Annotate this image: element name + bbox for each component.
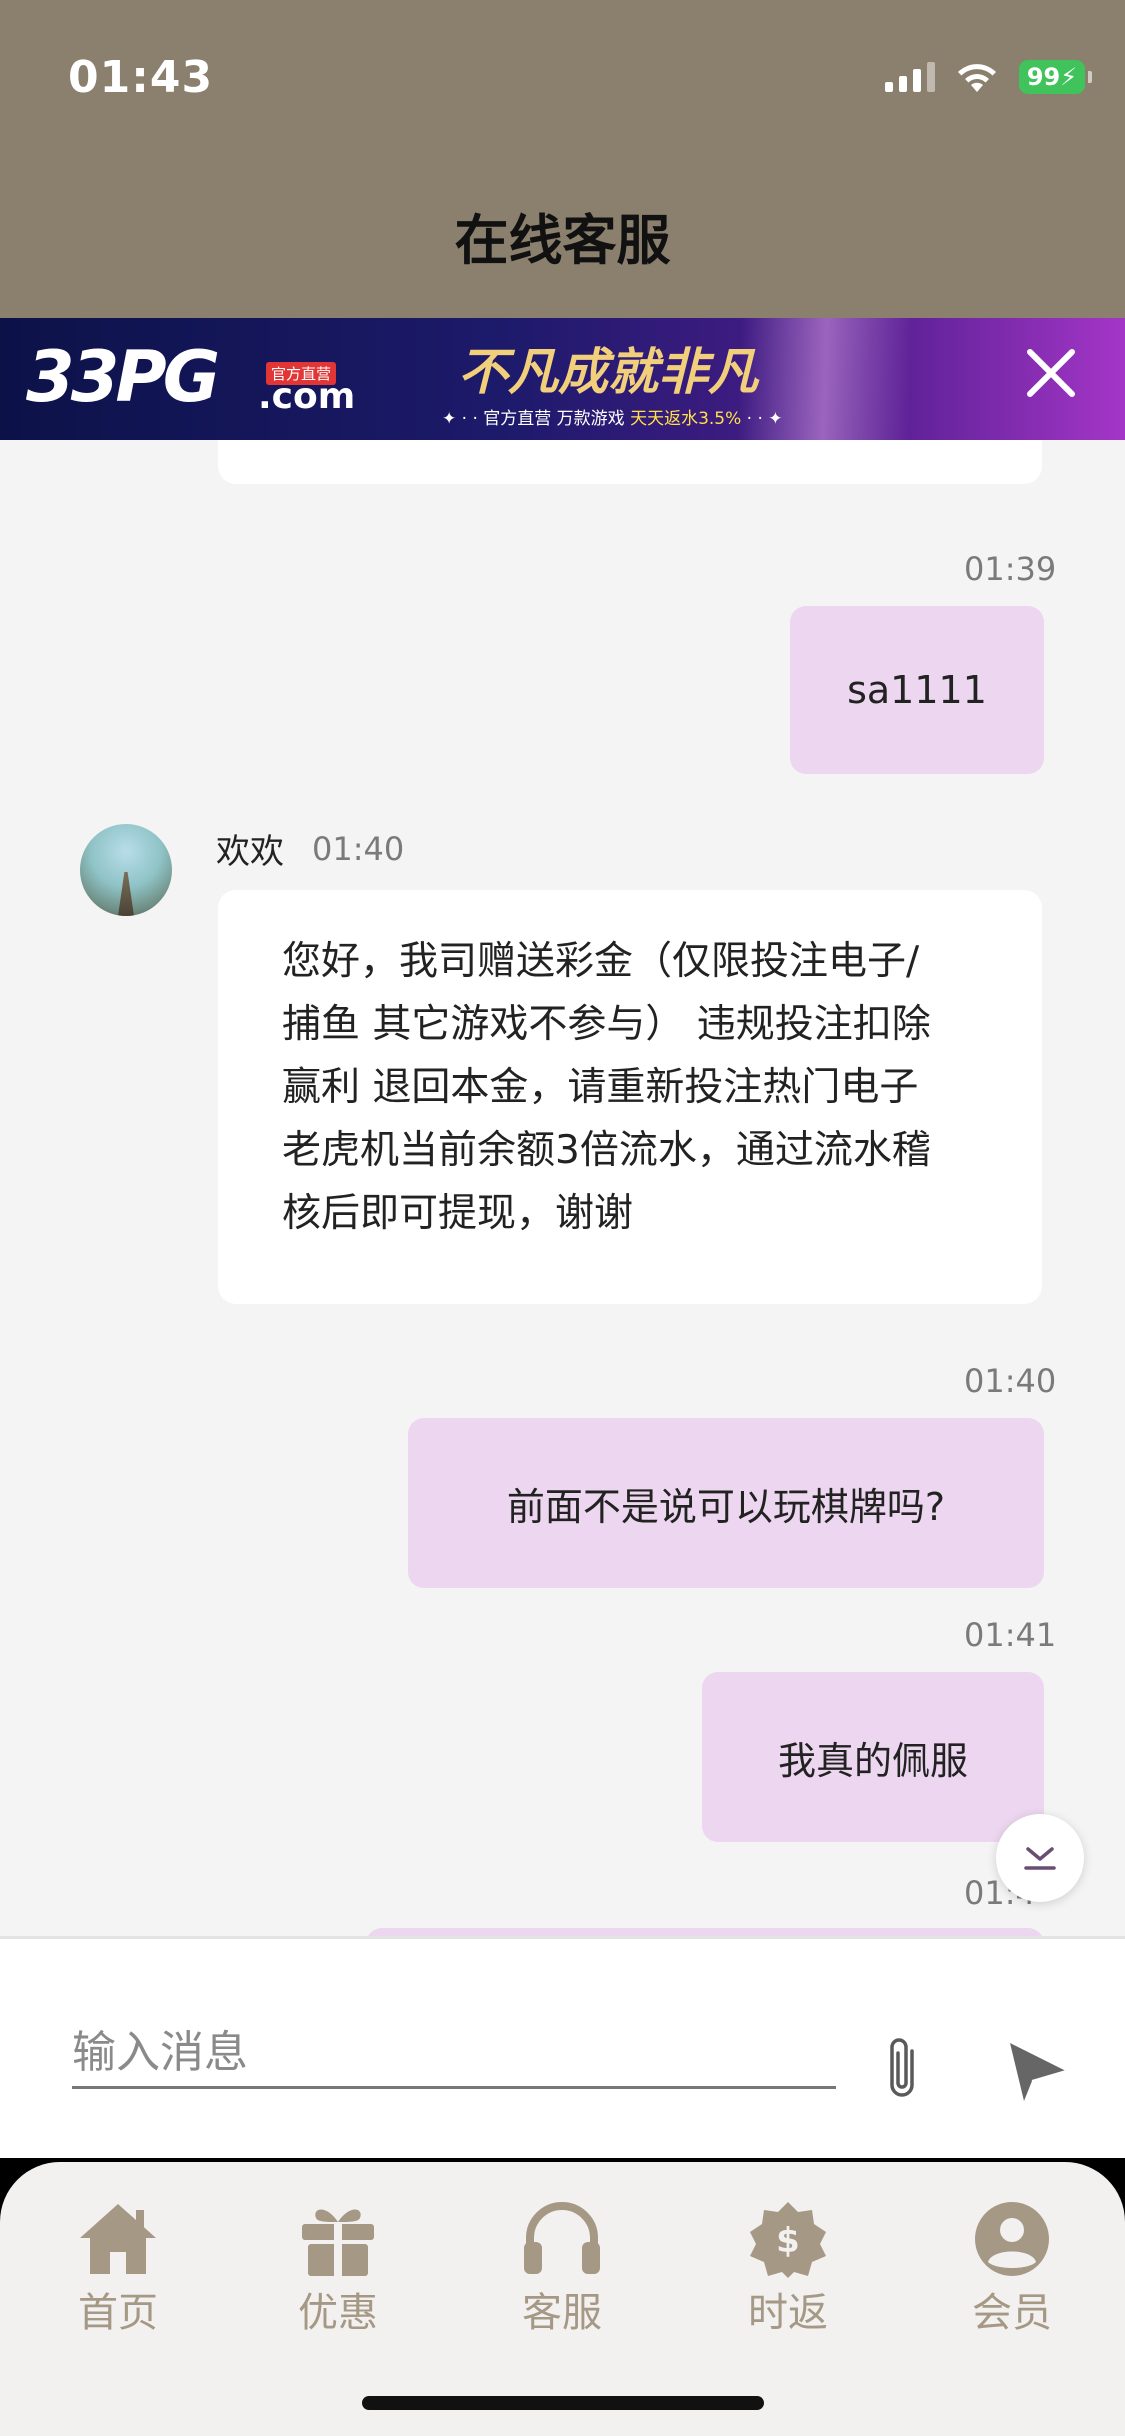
agent-avatar [80,824,172,916]
home-indicator [362,2396,764,2410]
tab-label: 会员 [972,2290,1052,2336]
tab-label: 时返 [748,2290,828,2336]
user-icon [975,2202,1049,2276]
message-bubble-outgoing: sa1111 [790,606,1044,774]
send-icon[interactable] [1002,2035,1072,2105]
tab-rebate[interactable]: $ 时返 [718,2200,858,2340]
banner-subtitle: ✦ · · 官方直营 万款游戏 天天返水3.5% · · ✦ [442,409,783,429]
tab-member[interactable]: 会员 [942,2200,1082,2340]
page-title: 在线客服 [454,209,671,272]
message-bubble-outgoing: 我真的佩服 [702,1672,1044,1842]
status-time: 01:43 [68,52,214,103]
scroll-to-bottom-button[interactable] [996,1814,1084,1902]
app-header: 01:43 99 ⚡ 在线客服 [0,0,1125,318]
message-time: 01:41 [964,1616,1057,1654]
tab-label: 首页 [78,2290,158,2336]
message-composer [0,1936,1125,2162]
message-input[interactable] [72,2019,836,2089]
wifi-icon [958,64,996,92]
banner-slogan: 不凡成就非凡 [458,342,758,401]
message-time: 01:40 [312,830,405,868]
battery-level: 99 [1026,63,1061,91]
message-bubble-incoming: 您好，我司赠送彩金（仅限投注电子/ 捕鱼 其它游戏不参与） 违规投注扣除 赢利 … [218,890,1042,1304]
rebate-icon: $ [750,2202,826,2278]
paperclip-icon[interactable] [876,2031,928,2107]
message-bubble-incoming [218,440,1042,484]
svg-text:$: $ [776,2221,800,2261]
message-bubble-outgoing [366,1928,1044,1936]
banner-logo: 33PG [26,336,220,418]
promo-banner[interactable]: 33PG 官方直营 .com 不凡成就非凡 ✦ · · 官方直营 万款游戏 天天… [0,318,1125,440]
home-icon [80,2204,156,2274]
message-time: 01:39 [964,550,1057,588]
banner-domain: .com [258,376,356,417]
tab-label: 优惠 [298,2290,378,2336]
signal-icon [885,62,935,92]
chat-messages[interactable]: 01:39 sa1111 欢欢 01:40 您好，我司赠送彩金（仅限投注电子/ … [0,440,1125,1936]
headset-icon [524,2202,600,2274]
tab-home[interactable]: 首页 [48,2200,188,2340]
message-bubble-outgoing: 前面不是说可以玩棋牌吗? [408,1418,1044,1588]
tab-support[interactable]: 客服 [492,2200,632,2340]
gift-icon [302,2209,374,2276]
message-time: 01:40 [964,1362,1057,1400]
agent-name: 欢欢 [216,832,284,872]
tab-promotions[interactable]: 优惠 [268,2200,408,2340]
chevron-down-icon [1024,1847,1056,1870]
battery-icon: 99 ⚡ [1019,60,1092,94]
status-icons: 99 ⚡ [885,60,1092,94]
tab-label: 客服 [522,2290,602,2336]
close-icon[interactable] [1020,342,1082,404]
bottom-tab-bar: 首页 优惠 客服 $ 时返 会员 [0,2162,1125,2436]
